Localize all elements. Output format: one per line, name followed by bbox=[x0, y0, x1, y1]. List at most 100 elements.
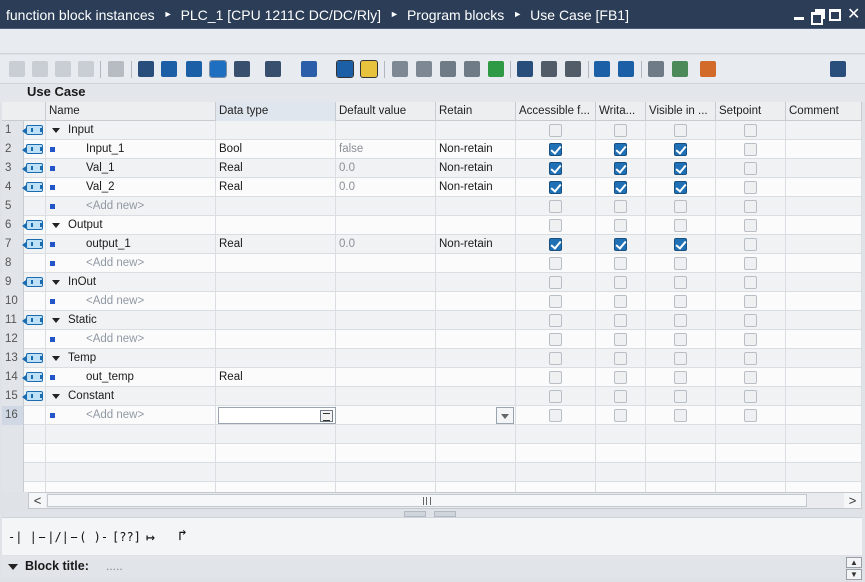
cell-retain[interactable] bbox=[436, 444, 516, 463]
writable-checkbox[interactable] bbox=[614, 352, 627, 365]
previous-error-icon[interactable] bbox=[594, 61, 610, 77]
comment-icon[interactable] bbox=[210, 61, 226, 77]
cell-name[interactable] bbox=[46, 463, 216, 482]
visible-checkbox[interactable] bbox=[674, 371, 687, 384]
cell-retain[interactable] bbox=[436, 387, 516, 406]
accessible-checkbox[interactable] bbox=[549, 409, 562, 422]
cell-retain[interactable] bbox=[436, 482, 516, 492]
writable-checkbox[interactable] bbox=[614, 200, 627, 213]
cell-retain[interactable] bbox=[436, 197, 516, 216]
accessible-checkbox[interactable] bbox=[549, 257, 562, 270]
cell-default[interactable] bbox=[336, 425, 436, 444]
cell-default[interactable] bbox=[336, 273, 436, 292]
cross-reference-icon[interactable] bbox=[464, 61, 480, 77]
column-header-default[interactable]: Default value bbox=[336, 102, 436, 121]
table-row[interactable]: 9InOut bbox=[2, 273, 862, 292]
cell-default[interactable] bbox=[336, 349, 436, 368]
visible-checkbox[interactable] bbox=[674, 143, 687, 156]
cell-comment[interactable] bbox=[786, 216, 862, 235]
cell-name[interactable]: Static bbox=[46, 311, 216, 330]
writable-checkbox[interactable] bbox=[614, 295, 627, 308]
cell-name[interactable] bbox=[46, 425, 216, 444]
cell-default[interactable] bbox=[336, 387, 436, 406]
insert-network-icon[interactable] bbox=[55, 61, 71, 77]
block-title-section[interactable]: Block title: ..... bbox=[2, 556, 845, 578]
writable-checkbox[interactable] bbox=[614, 181, 627, 194]
cell-name[interactable] bbox=[46, 482, 216, 492]
highlight-icon[interactable] bbox=[361, 61, 377, 77]
accessible-checkbox[interactable] bbox=[549, 276, 562, 289]
cell-datatype[interactable] bbox=[216, 292, 336, 311]
setpoint-checkbox[interactable] bbox=[744, 124, 757, 137]
scroll-right-icon[interactable]: > bbox=[844, 493, 861, 508]
accessible-checkbox[interactable] bbox=[549, 238, 562, 251]
accessible-checkbox[interactable] bbox=[549, 181, 562, 194]
cell-datatype[interactable] bbox=[216, 482, 336, 492]
setpoint-checkbox[interactable] bbox=[744, 162, 757, 175]
minimize-icon[interactable] bbox=[793, 9, 805, 21]
table-row[interactable]: 14out_tempReal bbox=[2, 368, 862, 387]
cell-default[interactable] bbox=[336, 121, 436, 140]
accessible-checkbox[interactable] bbox=[549, 200, 562, 213]
column-header-retain[interactable]: Retain bbox=[436, 102, 516, 121]
visible-checkbox[interactable] bbox=[674, 200, 687, 213]
breadcrumb-item[interactable]: Program blocks bbox=[407, 7, 504, 23]
cell-default[interactable] bbox=[336, 444, 436, 463]
collapse-icon[interactable] bbox=[8, 564, 18, 570]
cell-datatype[interactable]: Real bbox=[216, 368, 336, 387]
cell-default[interactable] bbox=[336, 463, 436, 482]
column-header-datatype[interactable]: Data type bbox=[216, 102, 336, 121]
visible-checkbox[interactable] bbox=[674, 333, 687, 346]
table-row[interactable]: 8<Add new> bbox=[2, 254, 862, 273]
variable-name[interactable]: Val_2 bbox=[86, 178, 115, 196]
maximize-icon[interactable] bbox=[829, 9, 841, 21]
cell-name[interactable]: Input bbox=[46, 121, 216, 140]
cell-name[interactable]: <Add new> bbox=[46, 254, 216, 273]
visible-checkbox[interactable] bbox=[674, 219, 687, 232]
insert-instruction-icon[interactable] bbox=[517, 61, 533, 77]
empty-box-icon[interactable]: [??] bbox=[112, 530, 141, 544]
visible-checkbox[interactable] bbox=[674, 181, 687, 194]
datatype-browse-icon[interactable] bbox=[320, 410, 333, 422]
variable-name[interactable]: out_temp bbox=[86, 368, 134, 386]
writable-checkbox[interactable] bbox=[614, 409, 627, 422]
cell-retain[interactable]: Non-retain bbox=[436, 235, 516, 254]
visible-checkbox[interactable] bbox=[674, 276, 687, 289]
expand-triangle-icon[interactable] bbox=[52, 356, 60, 361]
close-branch-icon[interactable] bbox=[565, 61, 581, 77]
visible-checkbox[interactable] bbox=[674, 314, 687, 327]
cell-comment[interactable] bbox=[786, 425, 862, 444]
cell-name[interactable]: Output bbox=[46, 216, 216, 235]
cell-comment[interactable] bbox=[786, 406, 862, 425]
expand-triangle-icon[interactable] bbox=[52, 318, 60, 323]
visible-checkbox[interactable] bbox=[674, 124, 687, 137]
vertical-scrollbar[interactable]: ▲ ▼ bbox=[846, 556, 862, 582]
column-header-visible[interactable]: Visible in ... bbox=[646, 102, 716, 121]
cell-default[interactable]: 0.0 bbox=[336, 159, 436, 178]
cell-default[interactable] bbox=[336, 482, 436, 492]
cell-comment[interactable] bbox=[786, 349, 862, 368]
column-header-setpoint[interactable]: Setpoint bbox=[716, 102, 786, 121]
column-header-writable[interactable]: Writa... bbox=[596, 102, 646, 121]
writable-checkbox[interactable] bbox=[614, 257, 627, 270]
writable-checkbox[interactable] bbox=[614, 143, 627, 156]
cell-retain[interactable] bbox=[436, 216, 516, 235]
variable-name[interactable]: Val_1 bbox=[86, 159, 115, 177]
visible-checkbox[interactable] bbox=[674, 238, 687, 251]
table-row[interactable]: 13Temp bbox=[2, 349, 862, 368]
favorites-icon[interactable] bbox=[265, 61, 281, 77]
cell-comment[interactable] bbox=[786, 121, 862, 140]
cell-retain[interactable] bbox=[436, 425, 516, 444]
cell-retain[interactable]: Non-retain bbox=[436, 159, 516, 178]
breadcrumb-item[interactable]: function block instances bbox=[6, 7, 155, 23]
expand-triangle-icon[interactable] bbox=[52, 223, 60, 228]
table-row[interactable]: 1Input bbox=[2, 121, 862, 140]
setpoint-checkbox[interactable] bbox=[744, 238, 757, 251]
visible-checkbox[interactable] bbox=[674, 352, 687, 365]
cell-retain[interactable] bbox=[436, 254, 516, 273]
insert-row-icon[interactable] bbox=[9, 61, 25, 77]
setpoint-checkbox[interactable] bbox=[744, 181, 757, 194]
align-left-icon[interactable] bbox=[138, 61, 154, 77]
glasses-monitor-icon[interactable] bbox=[648, 61, 664, 77]
cell-comment[interactable] bbox=[786, 330, 862, 349]
